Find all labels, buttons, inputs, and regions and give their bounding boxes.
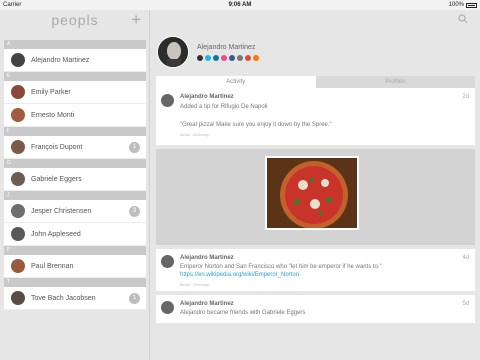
detail-tabs: Activity Profiles (156, 76, 475, 88)
avatar (11, 172, 25, 186)
avatar (11, 259, 25, 273)
tab-activity[interactable]: Activity (156, 76, 316, 88)
social-links (197, 55, 259, 61)
contact-row[interactable]: John Appleseed (4, 223, 146, 246)
section-header: F (4, 127, 146, 136)
contact-row[interactable]: Alejandro Martinez (4, 49, 146, 72)
contact-name: John Appleseed (31, 230, 81, 238)
facebook-icon[interactable] (229, 55, 235, 61)
feed-age: 5d (462, 301, 469, 307)
feed-quote: "Great pizza! Make sure you enjoy it dow… (180, 122, 332, 128)
linkedin-icon[interactable] (213, 55, 219, 61)
feed-age: 4d (462, 255, 469, 261)
avatar (11, 291, 25, 305)
section-header: E (4, 72, 146, 81)
section-header: T (4, 278, 146, 287)
unread-badge: 1 (129, 142, 140, 153)
contact-row[interactable]: Ernesto Monti (4, 104, 146, 127)
feed-item[interactable]: Alejandro Martinez Emperor Norton and Sa… (156, 249, 475, 291)
contact-name: Paul Brennan (31, 262, 74, 270)
contact-row[interactable]: François Dupont 1 (4, 136, 146, 159)
avatar (11, 140, 25, 154)
contact-name: François Dupont (31, 143, 83, 151)
vimeo-icon[interactable] (205, 55, 211, 61)
flickr-icon[interactable] (237, 55, 243, 61)
contact-list[interactable]: A Alejandro Martinez E Emily Parker Erne… (4, 40, 146, 310)
feed-author: Alejandro Martinez (180, 255, 234, 261)
search-icon[interactable] (458, 14, 468, 24)
feed-age: 2d (462, 94, 469, 100)
feed-text: Emperor Norton and San Francisco who "le… (180, 263, 450, 279)
contact-row[interactable]: Paul Brennan (4, 255, 146, 278)
github-icon[interactable] (197, 55, 203, 61)
feed-location: Berlin, Germany (180, 132, 209, 137)
contact-name: Gabriele Eggers (31, 175, 82, 183)
unread-badge: 3 (129, 206, 140, 217)
avatar (11, 108, 25, 122)
unread-badge: 1 (129, 293, 140, 304)
feed-text: Added a tip for Rifugio De Napoli (180, 104, 268, 110)
author-avatar (161, 301, 174, 314)
feed-author: Alejandro Martinez (180, 94, 234, 100)
feed-location: Berlin, Germany (180, 282, 209, 287)
contact-row[interactable]: Tove Bach Jacobsen 1 (4, 287, 146, 310)
feed-text-body: Emperor Norton and San Francisco who "le… (180, 264, 382, 270)
tab-profiles[interactable]: Profiles (315, 76, 475, 88)
contact-row[interactable]: Gabriele Eggers (4, 168, 146, 191)
feed-item[interactable]: Alejandro Martinez Added a tip for Rifug… (156, 88, 475, 145)
avatar (11, 204, 25, 218)
soundcloud-icon[interactable] (253, 55, 259, 61)
section-header: G (4, 159, 146, 168)
feed-text: Alejandro became friends with Gabriele E… (180, 310, 306, 316)
contacts-header: peopls + (0, 10, 149, 32)
pizza-photo[interactable] (265, 156, 359, 230)
feed-link[interactable]: https://en.wikipedia.org/wiki/Emperor_No… (180, 272, 299, 278)
dribbble-icon[interactable] (221, 55, 227, 61)
contacts-pane: peopls + A Alejandro Martinez E Emily Pa… (0, 10, 150, 360)
section-header: J (4, 191, 146, 200)
detail-pane: Alejandro Martinez Activity Profiles Ale… (151, 10, 480, 360)
photo-attachment (156, 149, 475, 245)
clock: 9:06 AM (228, 2, 252, 8)
add-contact-button[interactable]: + (131, 10, 141, 30)
contact-name: Ernesto Monti (31, 111, 75, 119)
avatar (11, 85, 25, 99)
section-header: P (4, 246, 146, 255)
contact-name: Emily Parker (31, 88, 71, 96)
status-bar: Carrier 9:06 AM 100% (0, 0, 480, 10)
author-avatar (161, 94, 174, 107)
profile-name: Alejandro Martinez (197, 44, 256, 51)
contact-name: Jesper Christensen (31, 207, 92, 215)
battery-icon (466, 2, 477, 8)
contact-name: Tove Bach Jacobsen (31, 294, 96, 302)
section-header: A (4, 40, 146, 49)
contact-name: Alejandro Martinez (31, 56, 90, 64)
contact-row[interactable]: Emily Parker (4, 81, 146, 104)
battery-percent: 100% (448, 2, 464, 8)
feed-item[interactable]: Alejandro Martinez Alejandro became frie… (156, 295, 475, 323)
google-plus-icon[interactable] (245, 55, 251, 61)
profile-avatar (157, 36, 189, 68)
author-avatar (161, 255, 174, 268)
app-logo: peopls (51, 12, 99, 28)
battery-status: 100% (449, 2, 477, 8)
avatar (11, 53, 25, 67)
contact-row[interactable]: Jesper Christensen 3 (4, 200, 146, 223)
feed-author: Alejandro Martinez (180, 301, 234, 307)
activity-feed[interactable]: Alejandro Martinez Added a tip for Rifug… (156, 88, 475, 327)
avatar (11, 227, 25, 241)
